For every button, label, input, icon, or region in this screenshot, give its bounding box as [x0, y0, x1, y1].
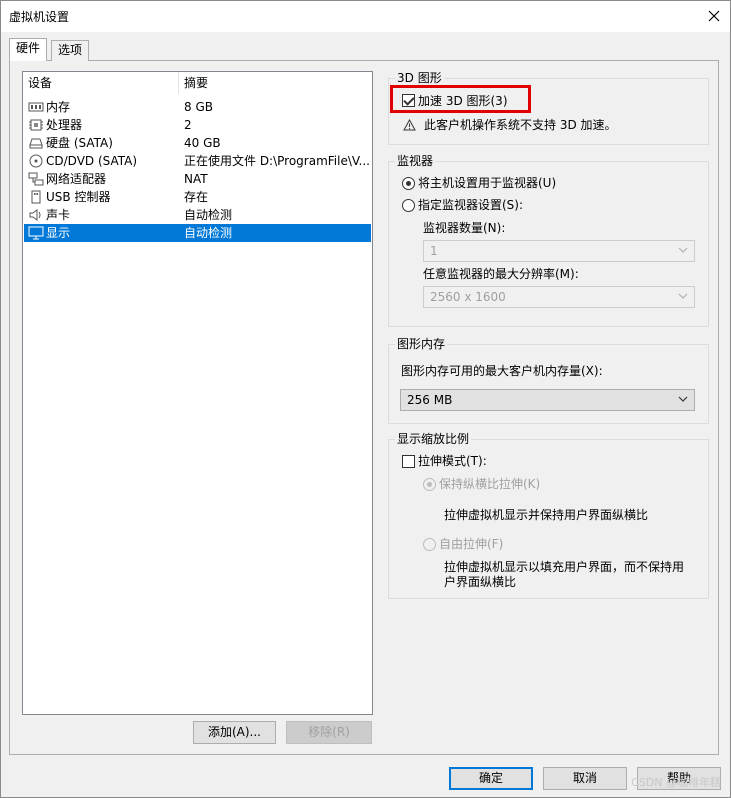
close-button[interactable] [702, 4, 726, 28]
annotation-highlight-box [390, 85, 531, 113]
device-row-usb-controller[interactable]: USB 控制器 存在 [24, 188, 371, 206]
device-name: 内存 [46, 100, 71, 114]
device-row-processor[interactable]: 处理器 2 [24, 116, 371, 134]
device-row-network-adapter[interactable]: 网络适配器 NAT [24, 170, 371, 188]
cd-dvd-icon [29, 154, 43, 168]
device-summary: 自动检测 [184, 226, 233, 240]
stretch-mode-checkbox[interactable] [402, 455, 415, 468]
max-resolution-label: 任意监视器的最大分辨率(M): [423, 267, 579, 281]
monitor-count-select[interactable]: 1 [423, 240, 695, 262]
usb-icon [31, 190, 41, 204]
device-name: USB 控制器 [46, 190, 111, 204]
graphics-memory-value: 256 MB [407, 393, 453, 407]
group-monitor-legend: 监视器 [395, 154, 436, 168]
device-row-cd-dvd[interactable]: CD/DVD (SATA) 正在使用文件 D:\ProgramFile\V... [24, 152, 371, 170]
keep-aspect-label[interactable]: 保持纵横比拉伸(K) [439, 476, 540, 492]
device-row-memory[interactable]: 内存 8 GB [24, 98, 371, 116]
cancel-button[interactable]: 取消 [543, 767, 627, 790]
sound-card-icon [29, 209, 41, 221]
window-title: 虚拟机设置 [9, 10, 70, 24]
memory-icon [28, 102, 44, 112]
processor-icon [29, 119, 43, 131]
device-list[interactable]: 设备 摘要 内存 8 GB 处理器 2 硬盘 (SATA) 40 GB CD/D… [22, 71, 373, 715]
tab-hardware[interactable]: 硬件 [9, 38, 48, 61]
warning-icon [403, 119, 416, 131]
max-resolution-select[interactable]: 2560 x 1600 [423, 286, 695, 308]
device-name: 显示 [46, 226, 71, 240]
device-summary: 40 GB [184, 136, 221, 150]
specify-monitor-radio[interactable] [402, 199, 415, 212]
device-name: CD/DVD (SATA) [46, 154, 138, 168]
free-stretch-description-line1: 拉伸虚拟机显示以填充用户界面，而不保持用 [444, 560, 685, 574]
column-header-device[interactable]: 设备 [23, 72, 179, 94]
keep-aspect-radio[interactable] [423, 478, 436, 491]
use-host-monitor-label[interactable]: 将主机设置用于监视器(U) [418, 175, 556, 191]
tab-options[interactable]: 选项 [51, 40, 90, 61]
add-device-button[interactable]: 添加(A)... [193, 721, 276, 744]
device-summary: NAT [184, 172, 208, 186]
free-stretch-label[interactable]: 自由拉伸(F) [439, 536, 503, 552]
group-display-scaling-legend: 显示缩放比例 [395, 432, 472, 446]
network-adapter-icon [28, 172, 44, 186]
list-header: 设备 摘要 [23, 72, 372, 94]
device-name: 网络适配器 [46, 172, 107, 186]
3d-warning-text: 此客户机操作系统不支持 3D 加速。 [424, 118, 617, 132]
use-host-monitor-radio[interactable] [402, 177, 415, 190]
group-3d-graphics-legend: 3D 图形 [395, 71, 444, 85]
specify-monitor-label[interactable]: 指定监视器设置(S): [418, 197, 523, 213]
column-header-summary[interactable]: 摘要 [179, 72, 372, 94]
device-summary: 存在 [184, 190, 209, 204]
device-row-hard-disk[interactable]: 硬盘 (SATA) 40 GB [24, 134, 371, 152]
group-graphics-memory-legend: 图形内存 [395, 337, 448, 351]
display-icon [28, 226, 44, 240]
device-summary: 自动检测 [184, 208, 233, 222]
title-bar [0, 0, 731, 32]
monitor-count-label: 监视器数量(N): [423, 221, 506, 235]
device-summary: 正在使用文件 D:\ProgramFile\V... [184, 154, 371, 168]
monitor-count-value: 1 [430, 244, 438, 258]
stretch-mode-label[interactable]: 拉伸模式(T): [418, 453, 487, 469]
close-icon [708, 10, 720, 22]
watermark: CSDN @咖啡年糕 [631, 776, 721, 789]
graphics-memory-select[interactable]: 256 MB [400, 389, 695, 411]
chevron-down-icon [678, 293, 688, 299]
free-stretch-description-line2: 户界面纵横比 [444, 575, 517, 589]
device-name: 声卡 [46, 208, 71, 222]
free-stretch-radio[interactable] [423, 538, 436, 551]
ok-button[interactable]: 确定 [449, 767, 533, 790]
group-graphics-memory [388, 344, 709, 424]
device-row-display[interactable]: 显示 自动检测 [24, 224, 371, 242]
max-resolution-value: 2560 x 1600 [430, 290, 506, 304]
chevron-down-icon [678, 247, 688, 253]
hard-disk-icon [29, 138, 43, 149]
device-row-sound-card[interactable]: 声卡 自动检测 [24, 206, 371, 224]
device-name: 处理器 [46, 118, 83, 132]
device-name: 硬盘 (SATA) [46, 136, 113, 150]
keep-aspect-description: 拉伸虚拟机显示并保持用户界面纵横比 [444, 508, 649, 522]
graphics-memory-label: 图形内存可用的最大客户机内存量(X): [401, 364, 603, 378]
remove-device-button[interactable]: 移除(R) [286, 721, 372, 744]
device-summary: 8 GB [184, 100, 213, 114]
device-summary: 2 [184, 118, 192, 132]
chevron-down-icon [678, 396, 688, 402]
